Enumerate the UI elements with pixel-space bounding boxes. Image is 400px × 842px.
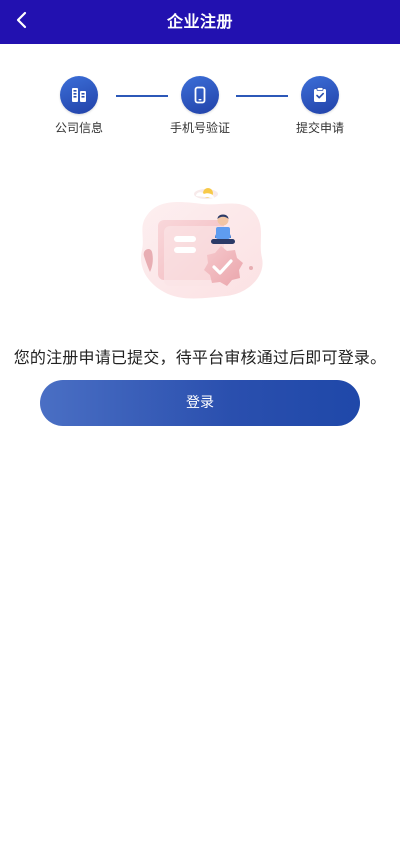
step-circle (60, 76, 98, 114)
step-company-info: 公司信息 (24, 74, 134, 136)
step-circle (181, 76, 219, 114)
step-circle (301, 76, 339, 114)
step-phone-verification: 手机号验证 (145, 74, 255, 136)
submitted-success-illustration (130, 184, 270, 304)
header-bar: 企业注册 (0, 0, 400, 44)
registration-steps: 公司信息 手机号验证 提交申请 (0, 74, 400, 144)
step-label: 手机号验证 (169, 121, 230, 135)
submission-message: 您的注册申请已提交，待平台审核通过后即可登录。 (13, 348, 387, 367)
login-button[interactable]: 登录 (40, 380, 360, 426)
step-label: 公司信息 (54, 121, 103, 135)
building-icon (72, 88, 86, 102)
clipboard-check-icon (314, 87, 326, 102)
step-label: 提交申请 (295, 121, 344, 135)
page-title: 企业注册 (166, 12, 233, 31)
phone-icon (194, 86, 206, 104)
step-submit-application: 提交申请 (265, 74, 375, 136)
